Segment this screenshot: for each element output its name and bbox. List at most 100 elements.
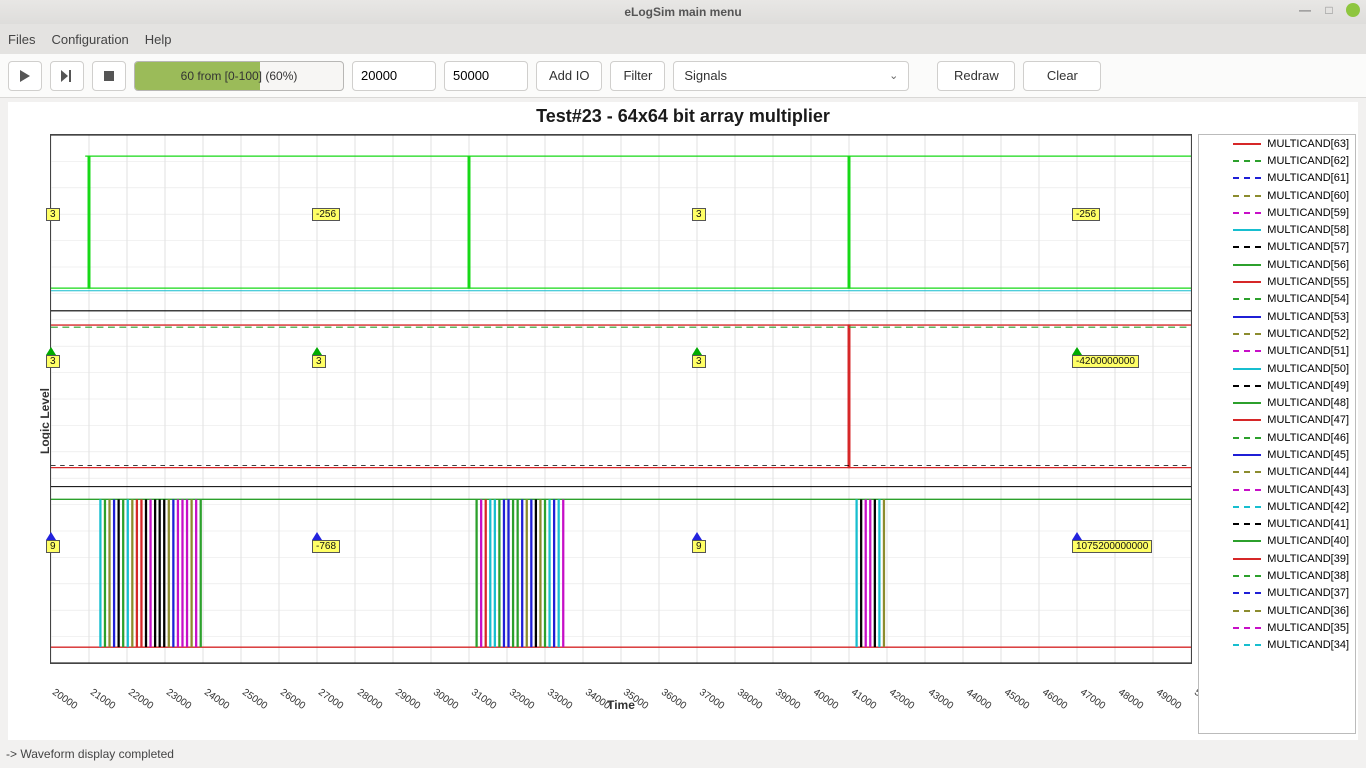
legend-item[interactable]: MULTICAND[57]	[1199, 239, 1355, 256]
legend-item[interactable]: MULTICAND[63]	[1199, 135, 1355, 152]
stop-button[interactable]	[92, 61, 126, 91]
legend-item[interactable]: MULTICAND[37]	[1199, 585, 1355, 602]
legend-label: MULTICAND[61]	[1267, 172, 1349, 184]
legend-swatch	[1233, 350, 1261, 352]
legend-swatch	[1233, 246, 1261, 248]
clear-button[interactable]: Clear	[1023, 61, 1101, 91]
value-annotation: 1075200000000	[1072, 540, 1152, 553]
menu-help[interactable]: Help	[145, 32, 172, 47]
waveform-canvas	[51, 135, 1191, 663]
legend-item[interactable]: MULTICAND[50]	[1199, 360, 1355, 377]
legend-item[interactable]: MULTICAND[43]	[1199, 481, 1355, 498]
legend-item[interactable]: MULTICAND[59]	[1199, 204, 1355, 221]
legend-label: MULTICAND[34]	[1267, 639, 1349, 651]
legend-label: MULTICAND[55]	[1267, 276, 1349, 288]
value-annotation: -4200000000	[1072, 355, 1139, 368]
legend-swatch	[1233, 402, 1261, 404]
plot-region[interactable]: 3-2563-256333-42000000009-76891075200000…	[50, 134, 1192, 664]
legend-item[interactable]: MULTICAND[55]	[1199, 273, 1355, 290]
legend-item[interactable]: MULTICAND[45]	[1199, 446, 1355, 463]
progress-bar[interactable]: 60 from [0-100] (60%)	[134, 61, 344, 91]
legend-label: MULTICAND[36]	[1267, 605, 1349, 617]
progress-label: 60 from [0-100] (60%)	[135, 62, 343, 90]
legend-item[interactable]: MULTICAND[52]	[1199, 325, 1355, 342]
value-annotation: 3	[692, 208, 706, 221]
legend-item[interactable]: MULTICAND[53]	[1199, 308, 1355, 325]
menu-files[interactable]: Files	[8, 32, 35, 47]
legend-swatch	[1233, 419, 1261, 421]
legend-item[interactable]: MULTICAND[41]	[1199, 516, 1355, 533]
legend-label: MULTICAND[51]	[1267, 345, 1349, 357]
annotation-marker: 3	[46, 347, 56, 355]
annotation-marker: 9	[692, 532, 702, 540]
value-annotation: -256	[1072, 208, 1100, 221]
legend-swatch	[1233, 558, 1261, 560]
redraw-button[interactable]: Redraw	[937, 61, 1015, 91]
menu-configuration[interactable]: Configuration	[51, 32, 128, 47]
step-button[interactable]	[50, 61, 84, 91]
legend-item[interactable]: MULTICAND[39]	[1199, 550, 1355, 567]
legend-item[interactable]: MULTICAND[36]	[1199, 602, 1355, 619]
legend-item[interactable]: MULTICAND[42]	[1199, 498, 1355, 515]
legend-item[interactable]: MULTICAND[58]	[1199, 221, 1355, 238]
value-annotation: -768	[312, 540, 340, 553]
range-end-input[interactable]	[444, 61, 528, 91]
range-start-input[interactable]	[352, 61, 436, 91]
legend[interactable]: MULTICAND[63]MULTICAND[62] MULTICAND[61] M…	[1198, 134, 1356, 734]
legend-swatch	[1233, 575, 1261, 577]
legend-item[interactable]: MULTICAND[44]	[1199, 464, 1355, 481]
legend-swatch	[1233, 627, 1261, 629]
maximize-icon[interactable]: □	[1322, 3, 1336, 17]
legend-item[interactable]: MULTICAND[34]	[1199, 637, 1355, 654]
legend-item[interactable]: MULTICAND[38]	[1199, 567, 1355, 584]
legend-swatch	[1233, 229, 1261, 231]
value-annotation: 3	[692, 355, 706, 368]
legend-label: MULTICAND[41]	[1267, 518, 1349, 530]
legend-swatch	[1233, 610, 1261, 612]
annotation-marker: 1075200000000	[1072, 532, 1082, 540]
chevron-down-icon: ⌄	[889, 69, 898, 82]
legend-item[interactable]: MULTICAND[35]	[1199, 619, 1355, 636]
legend-item[interactable]: MULTICAND[46]	[1199, 429, 1355, 446]
value-annotation: 9	[46, 540, 60, 553]
close-icon[interactable]	[1346, 3, 1360, 17]
legend-item[interactable]: MULTICAND[49]	[1199, 377, 1355, 394]
legend-label: MULTICAND[37]	[1267, 587, 1349, 599]
legend-item[interactable]: MULTICAND[54]	[1199, 291, 1355, 308]
legend-swatch	[1233, 281, 1261, 283]
minimize-icon[interactable]: —	[1298, 3, 1312, 17]
play-button[interactable]	[8, 61, 42, 91]
value-annotation: 3	[312, 355, 326, 368]
add-io-button[interactable]: Add IO	[536, 61, 602, 91]
legend-item[interactable]: MULTICAND[62]	[1199, 152, 1355, 169]
window-title: eLogSim main menu	[624, 5, 741, 19]
legend-swatch	[1233, 160, 1261, 162]
legend-swatch	[1233, 471, 1261, 473]
value-annotation: 3	[46, 208, 60, 221]
legend-label: MULTICAND[53]	[1267, 311, 1349, 323]
annotation-marker: 3	[692, 347, 702, 355]
legend-item[interactable]: MULTICAND[56]	[1199, 256, 1355, 273]
legend-label: MULTICAND[57]	[1267, 241, 1349, 253]
legend-label: MULTICAND[58]	[1267, 224, 1349, 236]
toolbar: 60 from [0-100] (60%) Add IO Filter Sign…	[0, 54, 1366, 98]
legend-item[interactable]: MULTICAND[40]	[1199, 533, 1355, 550]
legend-item[interactable]: MULTICAND[47]	[1199, 412, 1355, 429]
status-text: -> Waveform display completed	[6, 747, 174, 761]
legend-item[interactable]: MULTICAND[60]	[1199, 187, 1355, 204]
value-annotation: 9	[692, 540, 706, 553]
legend-label: MULTICAND[42]	[1267, 501, 1349, 513]
x-ticks: 2000021000220002300024000250002600027000…	[50, 666, 1192, 696]
legend-swatch	[1233, 316, 1261, 318]
legend-label: MULTICAND[49]	[1267, 380, 1349, 392]
legend-label: MULTICAND[54]	[1267, 293, 1349, 305]
legend-item[interactable]: MULTICAND[48]	[1199, 394, 1355, 411]
signals-select[interactable]: Signals ⌄	[673, 61, 909, 91]
annotation-marker: 3	[46, 208, 56, 216]
legend-item[interactable]: MULTICAND[61]	[1199, 170, 1355, 187]
legend-swatch	[1233, 195, 1261, 197]
filter-button[interactable]: Filter	[610, 61, 665, 91]
legend-item[interactable]: MULTICAND[51]	[1199, 343, 1355, 360]
menubar: Files Configuration Help	[0, 24, 1366, 54]
legend-swatch	[1233, 264, 1261, 266]
